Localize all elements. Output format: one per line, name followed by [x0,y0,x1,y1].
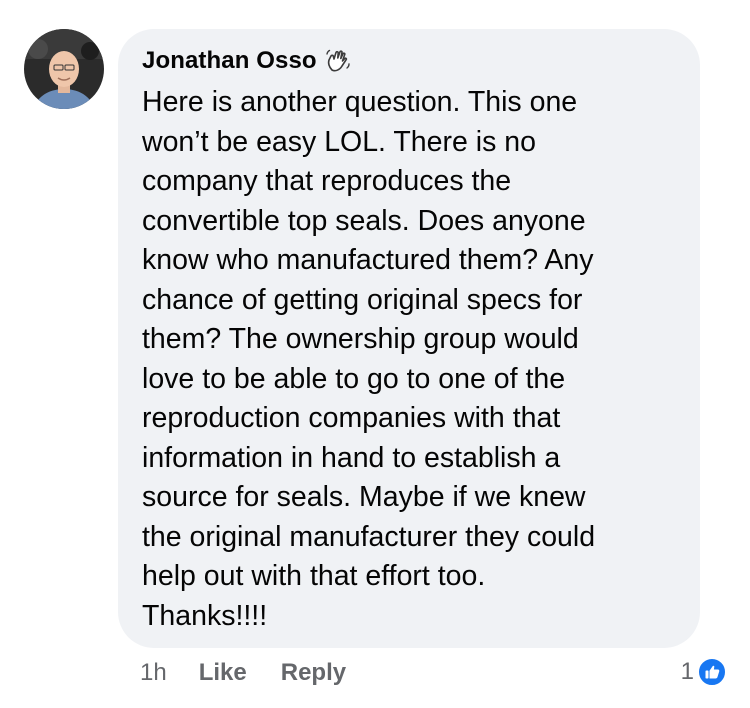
comment-bubble: Jonathan Osso Here is another question. … [118,29,700,648]
reaction-summary[interactable]: 1 [681,654,726,690]
comment-header: Jonathan Osso [142,46,680,76]
like-button[interactable]: Like [199,659,247,687]
avatar-image [24,29,104,109]
thumbs-up-icon [698,658,726,686]
waving-hand-icon[interactable] [325,48,351,74]
reply-button[interactable]: Reply [281,659,346,687]
reaction-count: 1 [680,658,694,685]
comment-actions: 1h Like Reply [140,656,380,690]
author-name[interactable]: Jonathan Osso [142,47,317,75]
comment-timestamp[interactable]: 1h [140,659,167,687]
avatar[interactable] [24,29,104,109]
comment-text: Here is another question. This one won’t… [142,86,596,632]
